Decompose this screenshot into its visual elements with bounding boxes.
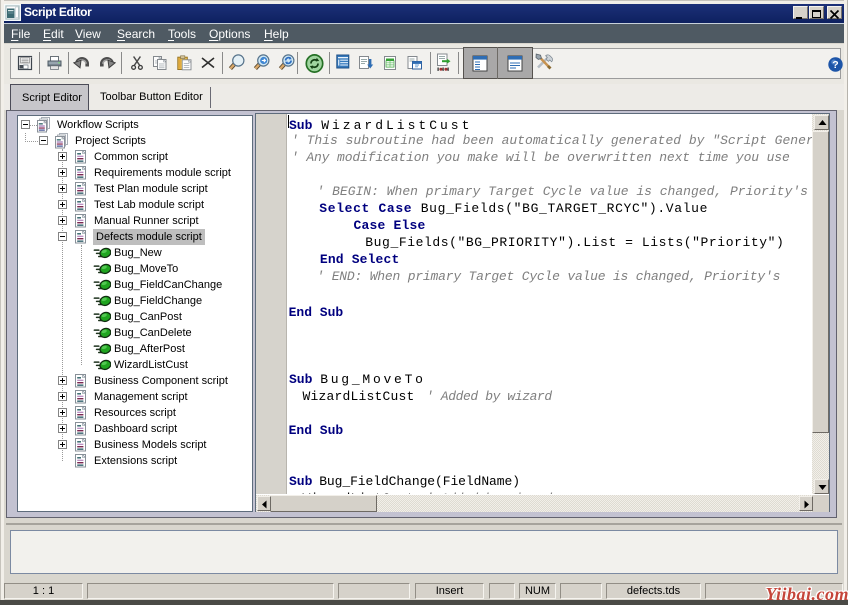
svg-text:?: ? bbox=[832, 59, 838, 71]
